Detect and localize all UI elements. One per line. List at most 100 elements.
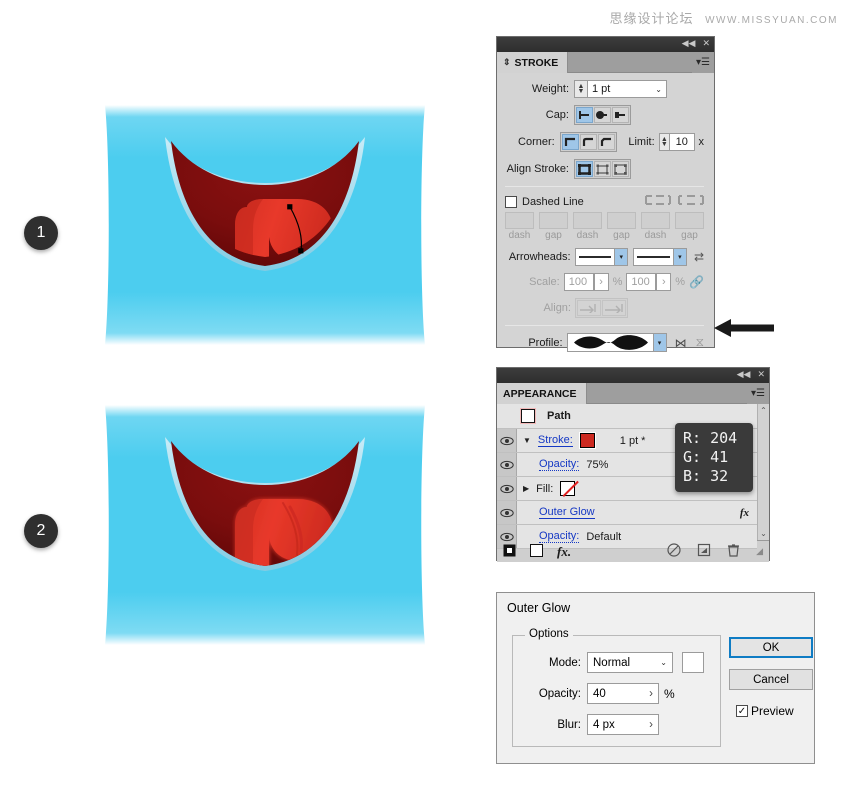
dash-input-4[interactable] (607, 212, 636, 229)
scroll-up-icon[interactable]: ⌃ (760, 406, 767, 415)
arrowhead-start-select[interactable]: ▾ (574, 248, 629, 266)
mode-label: Mode: (549, 656, 581, 669)
arrowheads-row: Arrowheads: ▾ ▾ ⇄ (505, 248, 704, 266)
limit-stepper[interactable]: ▲ ▼ (658, 133, 669, 151)
object-thumbnail-icon (520, 408, 536, 424)
dashed-line-checkbox[interactable] (505, 195, 517, 208)
dash-cell: gap (539, 212, 568, 241)
step-badge-1: 1 (24, 216, 58, 250)
limit-input[interactable]: 10 (668, 133, 695, 151)
scale-start-stepper[interactable]: › (593, 273, 609, 291)
fill-color-swatch-none[interactable] (560, 481, 576, 496)
bevel-join-icon[interactable] (597, 134, 615, 150)
tab-appearance[interactable]: APPEARANCE (497, 383, 587, 404)
arrowhead-end-select[interactable]: ▾ (633, 248, 687, 266)
align-stroke-row: Align Stroke: (505, 159, 704, 179)
weight-input[interactable]: 1 pt ⌄ (587, 80, 667, 98)
width-profile-preview-icon (573, 335, 648, 350)
fx-icon[interactable]: fx (740, 507, 749, 519)
dash-cell: gap (675, 212, 704, 241)
stroke-weight-value: 1 pt * (619, 434, 646, 447)
stroke-opacity-link[interactable]: Opacity: (539, 458, 580, 471)
opacity-default-link[interactable]: Opacity: (539, 530, 580, 543)
align-stroke-label: Align Stroke: (506, 163, 569, 175)
outer-glow-link[interactable]: Outer Glow (539, 506, 595, 519)
visibility-eye-icon[interactable] (497, 429, 517, 452)
visibility-eye-icon[interactable] (497, 477, 517, 500)
add-new-effect-fx-icon[interactable]: fx. (557, 544, 571, 560)
projecting-cap-icon[interactable] (612, 107, 629, 123)
dash-cell: dash (641, 212, 670, 241)
corner-row: Corner: Limit: ▲ ▼ 10 x (505, 132, 704, 152)
flip-across-icon[interactable]: ⧖ (696, 335, 704, 350)
swap-arrowheads-icon[interactable]: ⇄ (694, 250, 704, 264)
dash-input-5[interactable] (641, 212, 670, 229)
opacity-slider-arrow-icon[interactable]: › (649, 688, 653, 700)
stroke-color-swatch[interactable] (578, 432, 596, 449)
close-icon[interactable]: ✕ (702, 40, 710, 49)
duplicate-item-icon[interactable] (697, 543, 711, 560)
clear-appearance-icon[interactable] (667, 543, 681, 560)
limit-label: Limit: (628, 136, 655, 148)
align-inside-icon[interactable] (594, 161, 611, 177)
tab-grip-icon: ⇕ (503, 57, 511, 67)
scroll-down-icon[interactable]: ⌄ (760, 529, 767, 538)
blur-value: 4 px (593, 718, 615, 731)
dash-input-2[interactable] (539, 212, 568, 229)
blur-input[interactable]: 4 px › (587, 714, 659, 735)
scale-start-input[interactable]: 100 (563, 273, 594, 291)
close-icon[interactable]: ✕ (757, 371, 765, 380)
cancel-button[interactable]: Cancel (729, 669, 813, 690)
opacity-input[interactable]: 40 › (587, 683, 659, 704)
visibility-eye-icon[interactable] (497, 501, 517, 524)
arrowheads-label: Arrowheads: (508, 251, 571, 263)
miter-join-icon[interactable] (561, 134, 579, 150)
butt-cap-icon[interactable] (576, 107, 593, 123)
mode-select[interactable]: Normal ⌄ (587, 652, 673, 673)
disclosure-triangle-closed-icon[interactable]: ▶ (523, 484, 529, 493)
add-new-fill-icon[interactable] (530, 543, 543, 560)
tab-stroke[interactable]: ⇕ STROKE (497, 52, 569, 73)
profile-select[interactable]: ▾ (566, 333, 667, 352)
glow-color-chip[interactable] (682, 652, 704, 673)
stroke-panel-titlebar: ◀◀ ✕ (497, 37, 714, 52)
ok-button[interactable]: OK (729, 637, 813, 658)
divider-1 (505, 186, 704, 187)
watermark: 思缘设计论坛 WWW.MISSYUAN.COM (610, 8, 838, 27)
flip-along-icon[interactable]: ⋈ (675, 336, 687, 350)
round-join-icon[interactable] (579, 134, 597, 150)
round-cap-icon[interactable] (594, 107, 611, 123)
align-center-icon[interactable] (576, 161, 593, 177)
dash-input-3[interactable] (573, 212, 602, 229)
dash-caption-4: gap (613, 230, 630, 241)
panel-menu-icon[interactable]: ▾☰ (747, 383, 769, 404)
dash-input-1[interactable] (505, 212, 534, 229)
dash-adjust-corners-icon[interactable] (678, 194, 704, 209)
align-outside-icon[interactable] (612, 161, 629, 177)
scale-end-input[interactable]: 100 (626, 273, 657, 291)
delete-item-trash-icon[interactable] (727, 543, 740, 560)
appearance-row-outer-glow[interactable]: Outer Glow fx (497, 501, 757, 525)
dash-caption-5: dash (644, 230, 667, 241)
scale-end-stepper[interactable]: › (656, 273, 672, 291)
extend-arrow-to-end-icon[interactable] (577, 300, 601, 316)
place-arrow-at-end-icon[interactable] (602, 300, 626, 316)
weight-label: Weight: (531, 83, 569, 95)
weight-stepper[interactable]: ▲ ▼ (574, 80, 587, 98)
blur-slider-arrow-icon[interactable]: › (649, 719, 653, 731)
collapse-icon[interactable]: ◀◀ (682, 40, 696, 49)
tabbar-spacer (586, 383, 747, 404)
preview-checkbox[interactable]: ✓ (736, 705, 748, 717)
appearance-scrollbar[interactable]: ⌃ ⌄ (757, 404, 769, 540)
visibility-eye-icon[interactable] (497, 453, 517, 476)
stroke-link[interactable]: Stroke: (537, 434, 573, 447)
dash-preserve-exact-icon[interactable] (645, 194, 671, 209)
disclosure-triangle-open-icon[interactable]: ▼ (523, 436, 531, 445)
dash-input-6[interactable] (675, 212, 704, 229)
panel-menu-icon[interactable]: ▾☰ (692, 52, 714, 73)
resize-grip-icon[interactable]: ◢ (756, 546, 763, 557)
collapse-icon[interactable]: ◀◀ (737, 371, 751, 380)
link-scales-icon[interactable]: 🔗 (689, 275, 704, 289)
options-fieldset: Options Mode: Normal ⌄ Opacity: 40 › % B… (512, 628, 721, 747)
add-new-stroke-icon[interactable] (503, 544, 516, 560)
